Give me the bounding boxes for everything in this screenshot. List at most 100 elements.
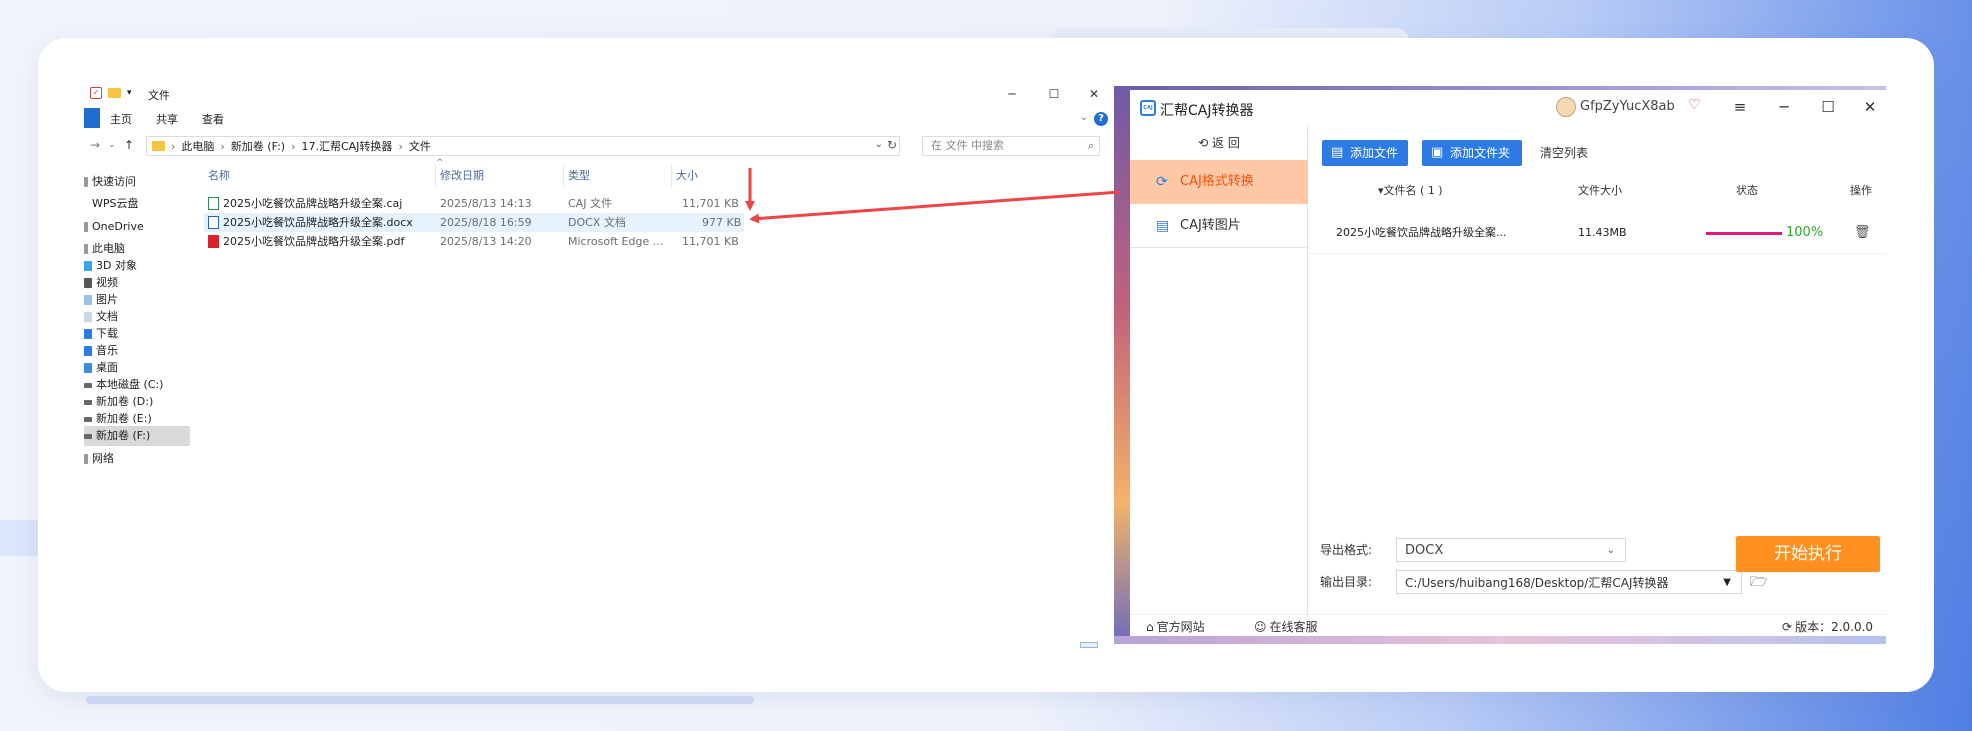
breadcrumb-this-pc[interactable]: 此电脑 [181,138,214,154]
start-button[interactable]: 开始执行 [1736,536,1880,572]
docx-file-icon [208,215,219,229]
column-filename[interactable]: ▾文件名 ( 1 ) [1378,180,1443,202]
nav-onedrive[interactable]: OneDrive [84,217,190,237]
avatar[interactable] [1556,97,1576,117]
toolbar-dropdown-icon[interactable]: ▾ [127,88,132,98]
breadcrumb-drive-f[interactable]: 新加卷 (F:) [231,138,285,154]
add-file-icon: ▤ [1331,145,1344,160]
export-format-row: 导出格式: DOCX ⌄ [1320,538,1626,562]
address-bar[interactable]: › 此电脑 › 新加卷 (F:) › 17.汇帮CAJ转换器 › 文件 ⌄ ↻ [146,136,900,156]
export-format-select[interactable]: DOCX ⌄ [1396,538,1626,562]
file-row[interactable]: 2025小吃餐饮品牌战略升级全案.caj 2025/8/13 14:13 CAJ… [204,194,744,213]
explorer-title: 文件 [148,89,170,102]
ribbon-tabs: 主页 共享 查看 ⌄ [84,106,1114,130]
maximize-button[interactable]: ☐ [1034,84,1074,104]
minimize-button[interactable]: ─ [1772,96,1796,118]
official-site-link[interactable]: ⌂ 官方网站 [1146,615,1205,639]
column-action: 操作 [1850,184,1872,197]
file-explorer-window: ✓ ▾ 文件 ─ ☐ ✕ 主页 共享 查看 ⌄ ? → ⌄ ↑ › 此电脑 › … [84,82,1114,648]
recent-dropdown-icon[interactable]: ⌄ [108,140,116,150]
column-type[interactable]: 类型 [564,164,672,188]
clear-list-button[interactable]: 清空列表 [1540,140,1588,166]
progress-bar [1706,232,1782,235]
nav-network[interactable]: 网络 [84,449,190,469]
nav-quick-access[interactable]: 快速访问 [84,172,190,192]
sidebar-item-caj-to-image[interactable]: ▤ CAJ转图片 [1130,204,1308,248]
new-folder-icon[interactable] [108,88,121,98]
breadcrumb-files[interactable]: 文件 [409,138,431,154]
app-logo-icon: CAJ [1140,100,1156,116]
pdf-file-icon [208,234,219,248]
menu-icon[interactable]: ≡ [1728,96,1752,118]
drive-icon [84,399,92,405]
vip-heart-icon[interactable]: ♡ [1688,97,1701,113]
row-filesize: 11.43MB [1578,226,1627,239]
3d-objects-icon [84,261,92,271]
nav-drive-f[interactable]: 新加卷 (F:) [84,426,190,446]
online-service-link[interactable]: ☺ 在线客服 [1254,615,1318,639]
tab-share[interactable]: 共享 [156,111,178,127]
column-date[interactable]: 修改日期 [436,164,564,188]
sidebar-item-caj-convert[interactable]: ⟳ CAJ格式转换 [1130,160,1308,204]
ribbon-expand-icon[interactable]: ⌄ [1080,112,1088,123]
table-row[interactable]: 2025小吃餐饮品牌战略升级全案... 11.43MB 100% 🗑 [1308,212,1886,254]
background-decor-line [86,696,754,704]
output-dir-row: 输出目录: C:/Users/huibang168/Desktop/汇帮CAJ转… [1320,570,1767,594]
document-icon: ▤ [1156,218,1170,234]
nav-wps-cloud[interactable]: WPS云盘 [84,194,190,214]
documents-icon [84,312,92,322]
properties-icon[interactable]: ✓ [90,87,102,99]
row-filename: 2025小吃餐饮品牌战略升级全案... [1336,226,1507,239]
add-folder-button[interactable]: ▣ 添加文件夹 [1422,140,1522,166]
videos-icon [84,278,92,288]
pictures-icon [84,295,92,305]
close-button[interactable]: ✕ [1858,96,1882,118]
app-name: 汇帮CAJ转换器 [1160,103,1254,119]
back-button[interactable]: ⟲ 返 回 [1130,126,1308,160]
back-icon: ⟲ [1198,136,1213,150]
progress-percent: 100% [1786,225,1824,240]
column-size[interactable]: 大小 [672,164,744,188]
quick-access-toolbar: ✓ ▾ [90,87,132,99]
breadcrumb-caj-folder[interactable]: 17.汇帮CAJ转换器 [301,138,392,154]
drive-icon [84,416,92,422]
username[interactable]: GfpZyYucX8ab [1580,99,1675,114]
file-row[interactable]: 2025小吃餐饮品牌战略升级全案.pdf 2025/8/13 14:20 Mic… [204,232,744,251]
column-name[interactable]: 名称 [204,164,436,188]
support-icon: ☺ [1254,620,1267,634]
address-row: → ⌄ ↑ › 此电脑 › 新加卷 (F:) › 17.汇帮CAJ转换器 › 文… [84,134,1114,158]
caret-down-icon: ▼ [1723,577,1731,588]
view-toggle-icon[interactable] [1080,642,1098,648]
desktop-icon [84,363,92,373]
tab-home[interactable]: 主页 [110,111,132,127]
file-row[interactable]: 2025小吃餐饮品牌战略升级全案.docx 2025/8/18 16:59 DO… [204,213,744,232]
help-icon[interactable]: ? [1094,112,1108,126]
explorer-titlebar: ✓ ▾ 文件 ─ ☐ ✕ [84,82,1114,106]
search-icon[interactable]: ⌕ [1088,137,1094,155]
minimize-button[interactable]: ─ [992,84,1032,104]
delete-icon[interactable]: 🗑 [1854,212,1871,254]
converter-titlebar: CAJ 汇帮CAJ转换器 GfpZyYucX8ab ♡ ≡ ─ ☐ ✕ [1130,90,1886,126]
refresh-icon[interactable]: ↻ [887,138,897,152]
column-status: 状态 [1736,184,1758,197]
maximize-button[interactable]: ☐ [1816,96,1840,118]
back-arrow-icon[interactable]: → [90,138,100,152]
address-dropdown-icon[interactable]: ⌄ [875,139,883,150]
downloads-icon [84,329,92,339]
search-box[interactable]: 在 文件 中搜索 ⌕ [922,136,1100,156]
close-button[interactable]: ✕ [1074,84,1114,104]
converter-main: ▤ 添加文件 ▣ 添加文件夹 清空列表 ▾文件名 ( 1 ) 文件大小 状态 操… [1308,126,1886,616]
up-arrow-icon[interactable]: ↑ [124,138,134,152]
output-dir-label: 输出目录: [1320,575,1373,589]
add-file-button[interactable]: ▤ 添加文件 [1322,140,1408,166]
output-dir-select[interactable]: C:/Users/huibang168/Desktop/汇帮CAJ转换器 ▼ [1396,570,1742,594]
converter-footer: ⌂ 官方网站 ☺ 在线客服 ⟳ 版本：2.0.0.0 [1130,614,1886,638]
convert-icon: ⟳ [1156,174,1168,190]
drive-icon [84,382,92,388]
folder-icon [152,141,165,151]
drive-icon [84,433,92,439]
tab-view[interactable]: 查看 [202,111,224,127]
folder-open-icon[interactable]: 🗁 [1750,570,1767,594]
progress-fill [1706,232,1782,235]
chevron-down-icon: ⌄ [1606,545,1615,556]
